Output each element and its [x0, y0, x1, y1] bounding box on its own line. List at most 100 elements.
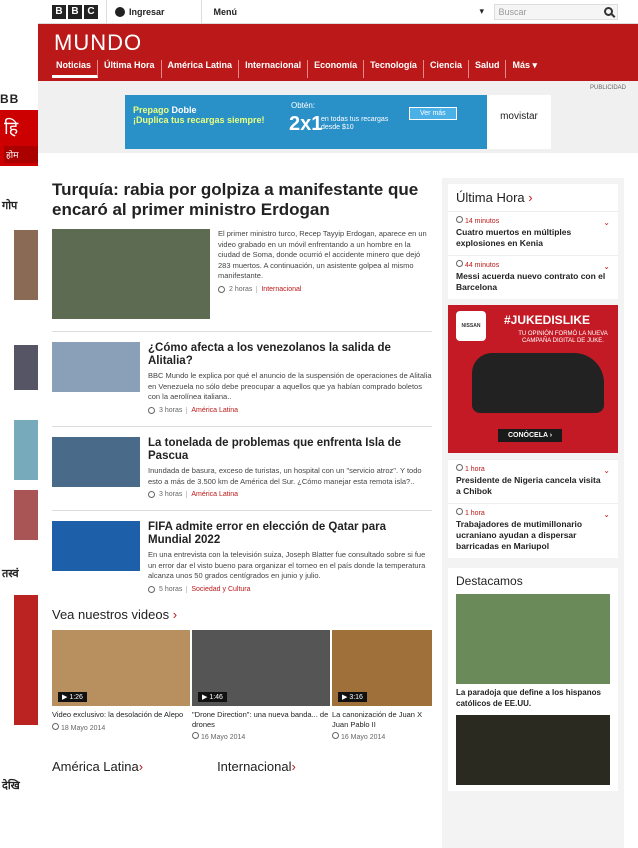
story-time: 3 horas	[159, 406, 183, 414]
video-title[interactable]: Video exclusivo: la desolación de Alepo	[52, 710, 190, 720]
video-thumbnail[interactable]: ▶ 1:26	[52, 629, 190, 706]
breaking-news-title: Última Hora	[456, 190, 525, 205]
story-headline[interactable]: ¿Cómo afecta a los venezolanos la salida…	[148, 342, 432, 367]
ad-obten: Obtén:	[291, 101, 316, 110]
destacamos-box: Destacamos La paradoja que define a los …	[448, 568, 618, 792]
nissan-ad[interactable]: NISSAN #JUKEDISLIKE TU OPINIÓN FORMÓ LA …	[448, 305, 618, 454]
hindi-header: हि होम	[0, 110, 38, 166]
story-headline[interactable]: FIFA admite error en elección de Qatar p…	[148, 521, 432, 546]
movistar-banner[interactable]: Prepago Doble ¡Duplica tus recargas siemp…	[125, 95, 551, 149]
search-icon[interactable]	[603, 7, 613, 16]
story-category[interactable]: Sociedad y Cultura	[186, 585, 251, 593]
clock-icon	[456, 464, 463, 472]
story-category[interactable]: América Latina	[186, 406, 238, 414]
breaking-news-item[interactable]: 1 hora Presidente de Nigeria cancela visi…	[448, 459, 618, 503]
nav-ciencia[interactable]: Ciencia	[424, 60, 469, 78]
bg-image-1	[14, 230, 38, 300]
story-summary: BBC Mundo le explica por qué el anuncio …	[148, 371, 432, 402]
item-headline[interactable]: Presidente de Nigeria cancela visita a C…	[456, 475, 606, 497]
video-title[interactable]: "Drone Direction": una nueva banda... de…	[192, 710, 330, 730]
item-time: 14 minutos	[456, 216, 610, 225]
nav-noticias[interactable]: Noticias	[52, 60, 99, 78]
main-column: Turquía: rabia por golpiza a manifestant…	[52, 170, 432, 774]
videos-heading[interactable]: Vea nuestros videos ›	[52, 607, 432, 622]
video-thumbnail[interactable]: ▶ 3:16	[332, 629, 432, 706]
story-image[interactable]	[52, 521, 140, 572]
juke-title: #JUKEDISLIKE	[504, 313, 591, 328]
nav-salud[interactable]: Salud	[469, 60, 507, 78]
nav-internacional[interactable]: Internacional	[239, 60, 309, 78]
ad-cta-button[interactable]: Ver más	[409, 107, 457, 120]
video-title[interactable]: La canonización de Juan X Juan Pablo II	[332, 710, 432, 730]
destacamos-image[interactable]	[456, 594, 610, 685]
breaking-news-item[interactable]: 14 minutos Cuatro muertos en múltiples ex…	[448, 211, 618, 255]
breaking-news-item[interactable]: 1 hora Trabajadores de mutimillonario ucr…	[448, 503, 618, 558]
breaking-news-heading[interactable]: Última Hora ›	[448, 184, 618, 211]
chevron-right-icon: ›	[291, 759, 296, 775]
top-bar: B B C Ingresar Menú ▾ Buscar	[38, 0, 638, 24]
chevron-down-icon[interactable]: ⌄	[603, 466, 610, 475]
duration-value: 1:26	[69, 693, 83, 701]
video-thumbnail[interactable]: ▶ 1:46	[192, 629, 330, 706]
chevron-down-icon[interactable]: ⌄	[603, 218, 610, 227]
clock-icon	[332, 732, 339, 740]
item-headline[interactable]: Cuatro muertos en múltiples explosiones …	[456, 227, 606, 249]
content-area: Turquía: rabia por golpiza a manifestant…	[38, 170, 638, 848]
story-image[interactable]	[52, 342, 140, 393]
story-category[interactable]: América Latina	[186, 491, 238, 499]
ad-tagline-text: ¡Duplica tus recargas siempre!	[133, 115, 265, 125]
bbc-logo[interactable]: B B C	[52, 4, 98, 19]
menu-button[interactable]: Menú	[202, 7, 480, 17]
item-time: 1 hora	[456, 508, 610, 517]
search-input[interactable]: Buscar	[493, 3, 618, 20]
chevron-down-icon[interactable]: ▾	[480, 6, 494, 17]
bg-image-3	[14, 420, 38, 480]
main-nav: Noticias Última Hora América Latina Inte…	[52, 60, 543, 78]
nav-economia[interactable]: Economía	[308, 60, 365, 78]
item-headline[interactable]: Messi acuerda nuevo contrato con el Barc…	[456, 271, 606, 293]
car-image	[472, 353, 604, 414]
chevron-down-icon[interactable]: ⌄	[603, 510, 610, 519]
item-headline[interactable]: Trabajadores de mutimillonario ucraniano…	[456, 519, 606, 552]
site-title[interactable]: MUNDO	[54, 30, 142, 56]
destacamos-title: Destacamos	[456, 574, 523, 589]
date-value: 16 Mayo 2014	[200, 734, 246, 742]
story-item: FIFA admite error en elección de Qatar p…	[52, 510, 432, 593]
signin-button[interactable]: Ingresar	[106, 0, 202, 24]
video-item[interactable]: ▶ 3:16 La canonización de Juan X Juan Pa…	[332, 629, 432, 741]
nav-mas[interactable]: Más ▾	[506, 60, 543, 78]
lead-category[interactable]: Internacional	[256, 285, 301, 293]
nav-tecnologia[interactable]: Tecnología	[364, 60, 424, 78]
bg-image-4	[14, 490, 38, 540]
hindi-nav[interactable]: होम	[4, 146, 38, 163]
clock-icon	[148, 585, 155, 593]
user-icon	[115, 6, 125, 17]
logo-letter: B	[52, 4, 66, 19]
internacional-heading[interactable]: Internacional›	[217, 759, 296, 774]
chevron-right-icon: ›	[528, 190, 533, 205]
sidebar: Última Hora › 14 minutos Cuatro muertos e…	[442, 178, 624, 848]
clock-icon	[456, 216, 463, 223]
ad-offer: 2x1	[289, 113, 323, 135]
story-time: 3 horas	[159, 491, 183, 499]
breaking-news-item[interactable]: 44 minutos Messi acuerda nuevo contrato c…	[448, 255, 618, 299]
nav-ultima-hora[interactable]: Última Hora	[98, 60, 162, 78]
juke-cta-button[interactable]: CONÓCELA ›	[498, 429, 563, 443]
destacamos-headline[interactable]: La paradoja que define a los hispanos ca…	[456, 688, 610, 709]
story-image[interactable]	[52, 436, 140, 487]
destacamos-image-2[interactable]	[456, 715, 610, 786]
ad-offer-detail: en todas tus recargas desde $10	[321, 116, 389, 132]
story-headline[interactable]: La tonelada de problemas que enfrenta Is…	[148, 437, 432, 462]
video-item[interactable]: ▶ 1:26 Video exclusivo: la desolación de…	[52, 629, 190, 742]
america-latina-heading[interactable]: América Latina›	[52, 759, 143, 774]
lead-headline[interactable]: Turquía: rabia por golpiza a manifestant…	[52, 180, 432, 219]
video-item[interactable]: ▶ 1:46 "Drone Direction": una nueva band…	[192, 629, 330, 742]
lead-meta: 2 horas Internacional	[218, 285, 432, 293]
time-value: 44 minutos	[464, 262, 500, 270]
lead-image[interactable]	[52, 229, 210, 320]
chevron-down-icon[interactable]: ⌄	[603, 262, 610, 271]
nav-america-latina[interactable]: América Latina	[162, 60, 240, 78]
clock-icon	[52, 722, 59, 730]
duration-value: 3:16	[349, 693, 363, 701]
bg-image-5	[14, 595, 38, 725]
